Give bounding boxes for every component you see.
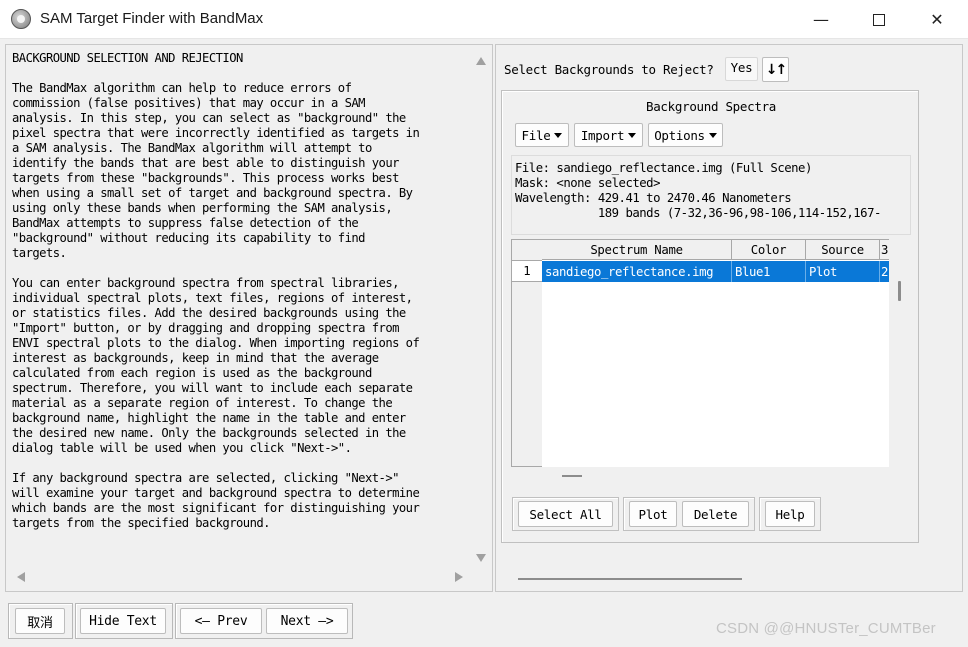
table-corner xyxy=(512,240,542,260)
app-icon xyxy=(11,9,31,29)
import-menu-label: Import xyxy=(580,127,625,143)
minimize-button[interactable]: — xyxy=(792,0,850,39)
help-text: BACKGROUND SELECTION AND REJECTION The B… xyxy=(12,51,420,530)
window-title: SAM Target Finder with BandMax xyxy=(40,10,264,27)
scroll-up-icon[interactable] xyxy=(476,57,486,65)
wavelength-line: Wavelength: 429.41 to 2470.46 Nanometers xyxy=(515,191,792,205)
row-header[interactable]: 1 xyxy=(512,260,542,282)
help-button[interactable]: Help xyxy=(765,501,815,527)
import-menu-button[interactable]: Import xyxy=(574,123,643,147)
column-header-source[interactable]: Source xyxy=(806,240,880,260)
row-header-column: 1 xyxy=(511,239,542,467)
scroll-down-icon[interactable] xyxy=(476,554,486,562)
panel-horizontal-scrollbar[interactable] xyxy=(518,578,742,580)
table-vertical-scrollbar[interactable] xyxy=(898,281,901,301)
background-spectra-group: Background Spectra File Import Options F… xyxy=(501,90,919,543)
dropdown-caret-icon xyxy=(554,132,563,138)
select-all-button[interactable]: Select All xyxy=(518,501,613,527)
table-body[interactable]: Spectrum Name Color Source 3 sandiego_re… xyxy=(542,239,889,467)
table-cell-source[interactable]: Plot xyxy=(806,261,880,282)
spectra-table[interactable]: 1 Spectrum Name Color Source 3 sandiego_… xyxy=(511,239,889,467)
file-menu-label: File xyxy=(521,127,551,143)
background-spectra-title: Background Spectra xyxy=(645,99,777,114)
options-menu-label: Options xyxy=(654,127,705,143)
table-cell-spectrum-name[interactable]: sandiego_reflectance.img xyxy=(542,261,732,282)
help-vertical-scrollbar[interactable] xyxy=(473,49,489,569)
bands-line: 189 bands (7-32,36-96,98-106,114-152,167… xyxy=(515,206,882,220)
sort-arrows-icon[interactable]: ↓↑ xyxy=(762,57,789,82)
table-cell-extra[interactable]: 2 xyxy=(880,261,889,282)
mask-line: Mask: <none selected> xyxy=(515,176,660,190)
options-menu-button[interactable]: Options xyxy=(648,123,723,147)
file-info-text: File: sandiego_reflectance.img (Full Sce… xyxy=(515,161,881,221)
reject-label: Select Backgrounds to Reject? xyxy=(504,62,714,77)
cancel-button[interactable]: 取消 xyxy=(15,608,65,634)
close-button[interactable]: ✕ xyxy=(908,0,966,39)
column-header-extra[interactable]: 3 xyxy=(880,240,889,260)
next-button[interactable]: Next —> xyxy=(266,608,348,634)
reject-yes-toggle[interactable]: Yes xyxy=(725,57,758,81)
plot-button[interactable]: Plot xyxy=(629,501,677,527)
scroll-right-icon[interactable] xyxy=(455,572,463,582)
file-info-box: File: sandiego_reflectance.img (Full Sce… xyxy=(511,155,911,235)
prev-button[interactable]: <— Prev xyxy=(180,608,262,634)
table-horizontal-scrollbar[interactable] xyxy=(562,475,582,477)
hide-text-button[interactable]: Hide Text xyxy=(80,608,166,634)
watermark: CSDN @@HNUSTer_CUMTBer xyxy=(716,620,936,637)
table-cell-color[interactable]: Blue1 xyxy=(732,261,806,282)
column-header-spectrum-name[interactable]: Spectrum Name xyxy=(542,240,732,260)
maximize-icon xyxy=(873,13,885,26)
file-line: File: sandiego_reflectance.img (Full Sce… xyxy=(515,161,812,175)
column-header-color[interactable]: Color xyxy=(732,240,806,260)
dropdown-caret-icon xyxy=(628,132,637,138)
background-selection-panel: Select Backgrounds to Reject? Yes ↓↑ Bac… xyxy=(495,44,963,592)
file-menu-button[interactable]: File xyxy=(515,123,569,147)
dropdown-caret-icon xyxy=(708,132,717,138)
scroll-left-icon[interactable] xyxy=(17,572,25,582)
help-text-panel[interactable]: BACKGROUND SELECTION AND REJECTION The B… xyxy=(5,44,493,592)
title-bar: SAM Target Finder with BandMax — ✕ xyxy=(0,0,968,39)
delete-button[interactable]: Delete xyxy=(682,501,749,527)
maximize-button[interactable] xyxy=(850,0,908,39)
